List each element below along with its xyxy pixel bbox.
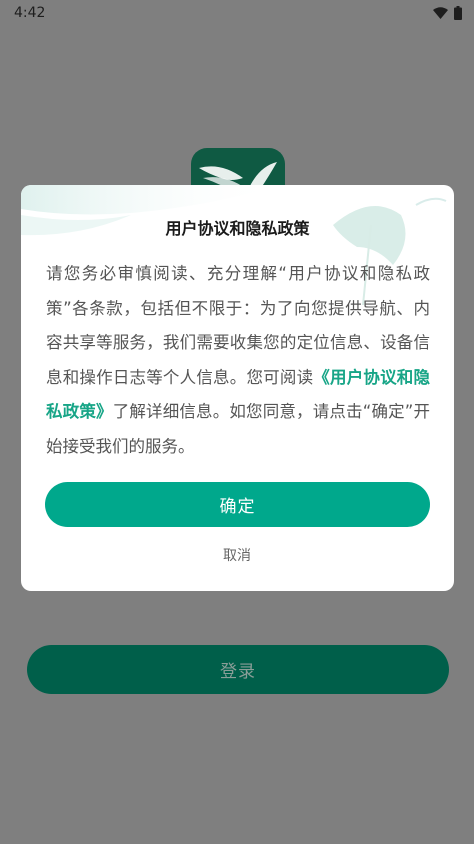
battery-icon	[454, 6, 462, 20]
status-time: 4:42	[14, 5, 46, 21]
status-bar: 4:42	[0, 0, 474, 26]
cancel-button[interactable]: 取消	[187, 541, 287, 569]
confirm-button[interactable]: 确定	[45, 482, 430, 527]
login-button[interactable]: 登录	[27, 645, 449, 694]
wifi-icon	[433, 7, 448, 19]
login-button-label: 登录	[220, 662, 256, 682]
privacy-dialog: 用户协议和隐私政策 请您务必审慎阅读、充分理解“用户协议和隐私政策”各条款，包括…	[21, 185, 454, 591]
dialog-title: 用户协议和隐私政策	[165, 219, 310, 238]
dialog-body: 请您务必审慎阅读、充分理解“用户协议和隐私政策”各条款，包括但不限于：为了向您提…	[46, 257, 430, 464]
status-icons	[433, 6, 462, 20]
